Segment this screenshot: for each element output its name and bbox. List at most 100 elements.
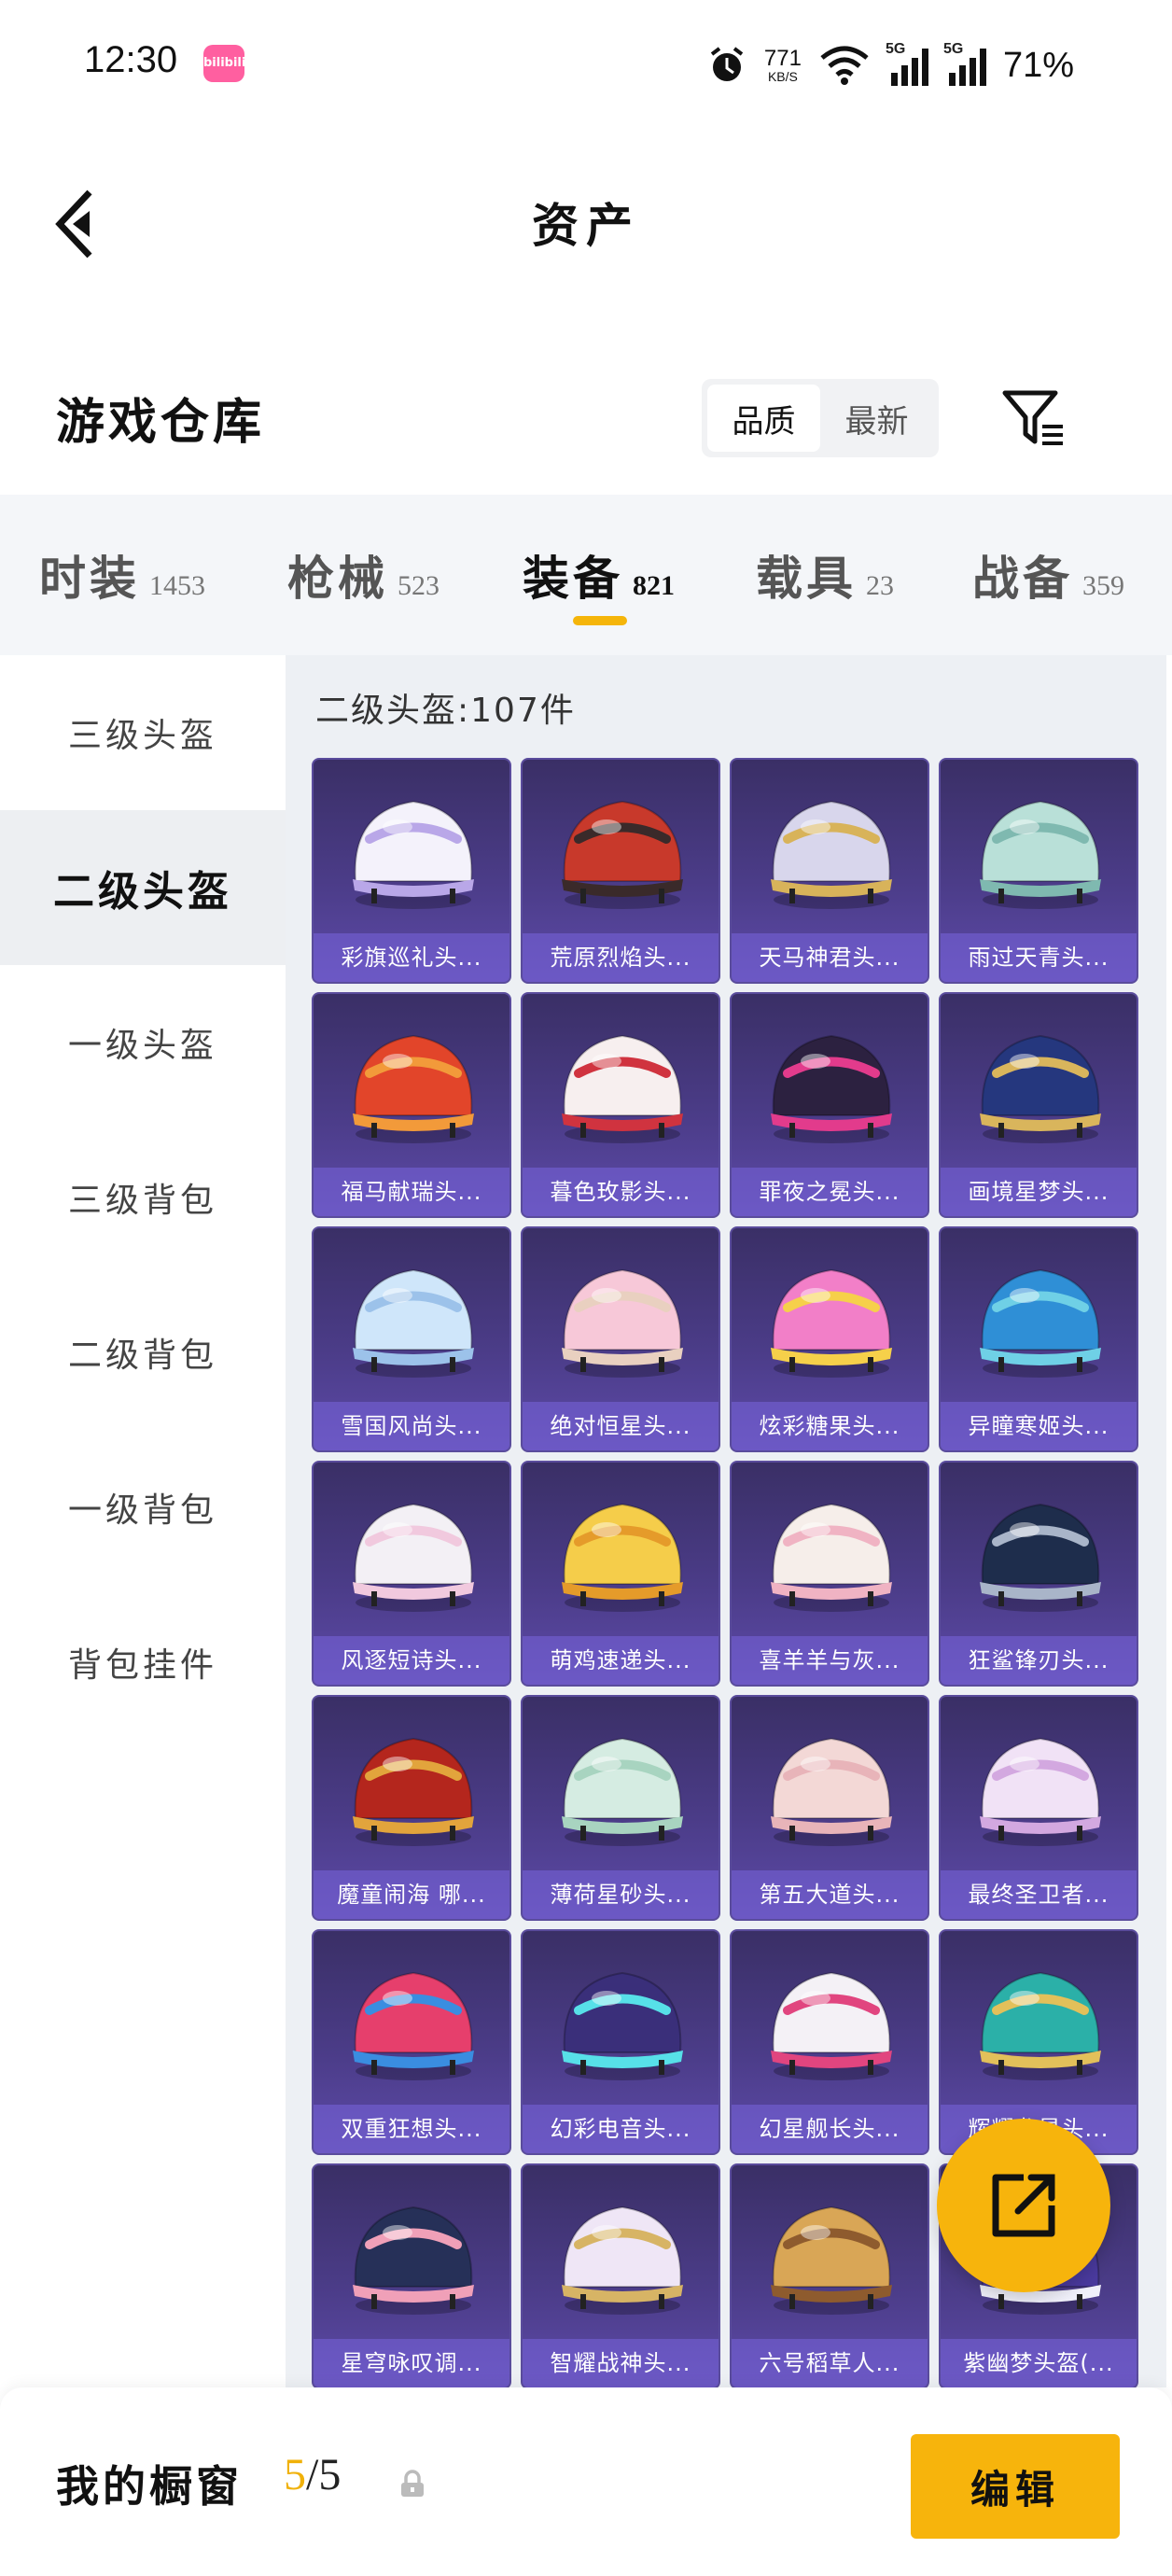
grid-title: 二级头盔:107件 [315, 692, 576, 730]
sidebar-item-level3-helmet[interactable]: 三级头盔 [0, 655, 286, 810]
helmet-icon [353, 1268, 474, 1378]
item-card[interactable]: 六号稻草人... [730, 2163, 929, 2387]
showcase-separator: / [306, 2450, 319, 2499]
helmet-icon [980, 1034, 1101, 1143]
item-card[interactable]: 异瞳寒姬头... [939, 1226, 1138, 1452]
item-card-label: 第五大道头... [732, 1870, 928, 1919]
item-card-label: 画境星梦头... [941, 1168, 1137, 1216]
sidebar-item-level3-backpack[interactable]: 三级背包 [0, 1120, 286, 1275]
helmet-icon [353, 1971, 474, 2080]
item-card[interactable]: 荒原烈焰头... [521, 758, 720, 984]
section-title: 游戏仓库 [56, 395, 266, 451]
item-card[interactable]: 第五大道头... [730, 1695, 929, 1921]
sidebar-item-level1-helmet[interactable]: 一级头盔 [0, 965, 286, 1120]
sort-option-quality[interactable]: 品质 [707, 385, 820, 452]
item-card-label: 彩旗巡礼头... [314, 933, 509, 982]
tab-firearms[interactable]: 枪械 523 [287, 541, 440, 609]
item-card-label: 六号稻草人... [732, 2339, 928, 2387]
item-card[interactable]: 风逐短诗头... [312, 1461, 511, 1687]
showcase-label: 我的橱窗 [56, 2461, 243, 2512]
item-card[interactable]: 绝对恒星头... [521, 1226, 720, 1452]
signal-1-label: 5G [885, 41, 906, 57]
lock-icon [401, 2470, 424, 2497]
alarm-icon [710, 47, 744, 81]
helmet-icon [771, 1034, 892, 1143]
status-time: 12:30 [84, 39, 178, 80]
item-card-label: 最终圣卫者... [941, 1870, 1137, 1919]
item-card-label: 星穹咏叹调... [314, 2339, 509, 2387]
helmet-icon [980, 1971, 1101, 2080]
item-card[interactable]: 画境星梦头... [939, 992, 1138, 1218]
showcase-total: 5 [318, 2450, 342, 2499]
item-card[interactable]: 幻星舰长头... [730, 1929, 929, 2155]
sidebar-item-level2-helmet[interactable]: 二级头盔 [0, 810, 286, 965]
item-card[interactable]: 星穹咏叹调... [312, 2163, 511, 2387]
share-external-icon [992, 2174, 1055, 2237]
item-card-label: 薄荷星砂头... [523, 1870, 719, 1919]
item-card-label: 紫幽梦头盔(... [941, 2339, 1137, 2387]
item-card-label: 萌鸡速递头... [523, 1636, 719, 1685]
item-card-label: 狂鲨锋刃头... [941, 1636, 1137, 1685]
sidebar-item-backpack-charm[interactable]: 背包挂件 [0, 1585, 286, 1740]
showcase-count: 5/5 [284, 2449, 341, 2500]
sort-option-latest[interactable]: 最新 [820, 385, 933, 452]
helmet-icon [771, 2205, 892, 2315]
item-card-label: 雨过天青头... [941, 933, 1137, 982]
helmet-icon [353, 1034, 474, 1143]
sidebar-item-level1-backpack[interactable]: 一级背包 [0, 1430, 286, 1585]
item-card[interactable]: 智耀战神头... [521, 2163, 720, 2387]
item-card[interactable]: 雨过天青头... [939, 758, 1138, 984]
helmet-icon [562, 1971, 683, 2080]
item-card[interactable]: 狂鲨锋刃头... [939, 1461, 1138, 1687]
item-card-label: 罪夜之冕头... [732, 1168, 928, 1216]
tab-equipment[interactable]: 装备 821 [523, 541, 675, 609]
item-card-label: 天马神君头... [732, 933, 928, 982]
item-card[interactable]: 雪国风尚头... [312, 1226, 511, 1452]
helmet-icon [562, 1737, 683, 1846]
item-card[interactable]: 喜羊羊与灰... [730, 1461, 929, 1687]
item-card-label: 福马献瑞头... [314, 1168, 509, 1216]
signal-strength-2: 5G [943, 41, 986, 86]
item-card-label: 雪国风尚头... [314, 1402, 509, 1450]
net-speed: 771 KB/S [763, 46, 802, 84]
item-card[interactable]: 萌鸡速递头... [521, 1461, 720, 1687]
item-card[interactable]: 暮色玫影头... [521, 992, 720, 1218]
tab-fashion-label: 时装 [39, 552, 140, 606]
tab-vehicles[interactable]: 载具 23 [756, 541, 894, 609]
item-card[interactable]: 薄荷星砂头... [521, 1695, 720, 1921]
share-fab-button[interactable] [937, 2119, 1110, 2292]
edit-button[interactable]: 编辑 [911, 2434, 1120, 2539]
tab-fashion[interactable]: 时装 1453 [39, 541, 205, 609]
helmet-icon [771, 1268, 892, 1378]
helmet-icon [562, 1503, 683, 1612]
filter-button[interactable] [997, 383, 1071, 454]
item-card-label: 荒原烈焰头... [523, 933, 719, 982]
item-card-label: 异瞳寒姬头... [941, 1402, 1137, 1450]
sort-toggle: 品质 最新 [702, 379, 939, 457]
item-card-label: 幻彩电音头... [523, 2105, 719, 2153]
item-card[interactable]: 福马献瑞头... [312, 992, 511, 1218]
item-card[interactable]: 双重狂想头... [312, 1929, 511, 2155]
tab-equipment-label: 装备 [523, 552, 623, 606]
item-card[interactable]: 彩旗巡礼头... [312, 758, 511, 984]
item-card[interactable]: 天马神君头... [730, 758, 929, 984]
net-speed-value: 771 [763, 46, 802, 71]
item-card[interactable]: 幻彩电音头... [521, 1929, 720, 2155]
item-card[interactable]: 魔童闹海 哪... [312, 1695, 511, 1921]
item-card-label: 双重狂想头... [314, 2105, 509, 2153]
showcase-bar: 我的橱窗 5/5 编辑 [0, 2387, 1172, 2576]
helmet-icon [353, 1737, 474, 1846]
active-tab-indicator [573, 616, 627, 625]
item-card[interactable]: 炫彩糖果头... [730, 1226, 929, 1452]
tab-battle-gear[interactable]: 战备 359 [972, 541, 1124, 609]
tab-equipment-count: 821 [633, 570, 675, 601]
item-card-label: 绝对恒星头... [523, 1402, 719, 1450]
helmet-icon [562, 1268, 683, 1378]
item-card[interactable]: 罪夜之冕头... [730, 992, 929, 1218]
helmet-icon [980, 1268, 1101, 1378]
item-card-label: 炫彩糖果头... [732, 1402, 928, 1450]
item-card[interactable]: 最终圣卫者... [939, 1695, 1138, 1921]
filter-icon [1002, 390, 1063, 445]
category-tabs: 时装 1453 枪械 523 装备 821 载具 23 战备 359 [0, 495, 1172, 655]
sidebar-item-level2-backpack[interactable]: 二级背包 [0, 1275, 286, 1430]
